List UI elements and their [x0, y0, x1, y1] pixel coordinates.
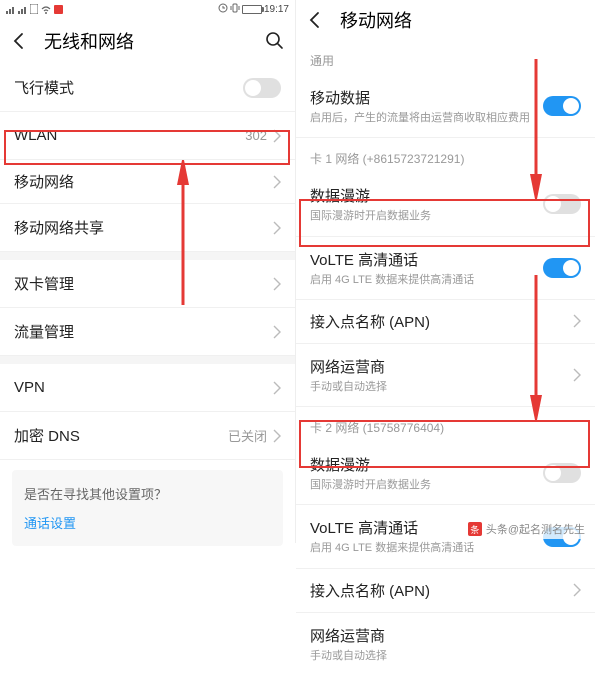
- row-traffic[interactable]: 流量管理: [0, 308, 295, 356]
- watermark: 条 头条@起名测名先生: [464, 519, 589, 539]
- chevron-right-icon: [573, 583, 581, 597]
- row-volte-1[interactable]: VoLTE 高清通话 启用 4G LTE 数据来提供高清通话: [296, 237, 595, 300]
- row-roaming-2[interactable]: 数据漫游 国际漫游时开启数据业务: [296, 442, 595, 505]
- panel-wireless-networks: 19:17 无线和网络 飞行模式 WLAN 302 移动网络 移动网络共享: [0, 0, 296, 543]
- back-icon[interactable]: [10, 31, 30, 51]
- label-mobile-data: 移动数据: [310, 87, 543, 108]
- chevron-right-icon: [273, 325, 281, 339]
- row-apn-2[interactable]: 接入点名称 (APN): [296, 569, 595, 613]
- label-traffic: 流量管理: [14, 321, 273, 342]
- info-card-link[interactable]: 通话设置: [24, 513, 271, 532]
- wifi-icon: [40, 5, 52, 14]
- header-mobile-net: 移动网络: [296, 0, 595, 40]
- label-roaming2: 数据漫游: [310, 454, 543, 475]
- toggle-airplane[interactable]: [243, 78, 281, 98]
- alarm-icon: [218, 3, 228, 16]
- chevron-right-icon: [573, 368, 581, 382]
- label-tethering: 移动网络共享: [14, 217, 273, 238]
- info-card-title: 是否在寻找其他设置项？: [24, 484, 271, 503]
- page-title-right: 移动网络: [340, 7, 585, 33]
- row-mobile-network[interactable]: 移动网络: [0, 160, 295, 204]
- status-bar: 19:17: [0, 0, 295, 18]
- label-dns: 加密 DNS: [14, 425, 228, 446]
- chevron-right-icon: [273, 129, 281, 143]
- chevron-right-icon: [273, 175, 281, 189]
- sub-carrier2: 手动或自动选择: [310, 649, 581, 663]
- row-airplane-mode[interactable]: 飞行模式: [0, 64, 295, 112]
- signal-icon-1: [6, 5, 16, 14]
- sub-carrier: 手动或自动选择: [310, 380, 573, 394]
- chevron-right-icon: [573, 314, 581, 328]
- watermark-text: 头条@起名测名先生: [486, 521, 585, 537]
- label-carrier2: 网络运营商: [310, 625, 581, 646]
- page-title-left: 无线和网络: [44, 28, 251, 54]
- row-tethering[interactable]: 移动网络共享: [0, 204, 295, 252]
- label-airplane: 飞行模式: [14, 77, 243, 98]
- label-vpn: VPN: [14, 379, 273, 396]
- label-volte: VoLTE 高清通话: [310, 249, 543, 270]
- watermark-logo-icon: 条: [468, 522, 482, 536]
- chevron-right-icon: [273, 277, 281, 291]
- back-icon[interactable]: [306, 10, 326, 30]
- sub-roaming2: 国际漫游时开启数据业务: [310, 478, 543, 492]
- row-dns[interactable]: 加密 DNS 已关闭: [0, 412, 295, 460]
- search-icon[interactable]: [265, 31, 285, 51]
- toggle-roaming-2[interactable]: [543, 463, 581, 483]
- status-time: 19:17: [264, 4, 289, 15]
- toggle-roaming-1[interactable]: [543, 194, 581, 214]
- row-dual-sim[interactable]: 双卡管理: [0, 260, 295, 308]
- section-sim2: 卡 2 网络 (15758776404): [296, 407, 595, 442]
- row-apn-1[interactable]: 接入点名称 (APN): [296, 300, 595, 344]
- section-general: 通用: [296, 40, 595, 75]
- sub-volte: 启用 4G LTE 数据来提供高清通话: [310, 273, 543, 287]
- sub-mobile-data: 启用后，产生的流量将由运营商收取相应费用: [310, 111, 543, 125]
- sub-roaming: 国际漫游时开启数据业务: [310, 209, 543, 223]
- value-wlan: 302: [245, 128, 267, 143]
- toggle-volte-1[interactable]: [543, 258, 581, 278]
- label-carrier: 网络运营商: [310, 356, 573, 377]
- row-wlan[interactable]: WLAN 302: [0, 112, 295, 160]
- battery-icon: [242, 5, 262, 14]
- value-dns: 已关闭: [228, 426, 267, 445]
- row-carrier-1[interactable]: 网络运营商 手动或自动选择: [296, 344, 595, 407]
- label-apn: 接入点名称 (APN): [310, 311, 573, 332]
- sub-volte2: 启用 4G LTE 数据来提供高清通话: [310, 541, 543, 555]
- panel-mobile-network: 移动网络 通用 移动数据 启用后，产生的流量将由运营商收取相应费用 卡 1 网络…: [296, 0, 595, 543]
- sim-icon: [30, 4, 38, 14]
- chevron-right-icon: [273, 221, 281, 235]
- label-mobile-net: 移动网络: [14, 171, 273, 192]
- signal-icon-2: [18, 5, 28, 14]
- toggle-mobile-data[interactable]: [543, 96, 581, 116]
- row-vpn[interactable]: VPN: [0, 364, 295, 412]
- row-carrier-2[interactable]: 网络运营商 手动或自动选择: [296, 613, 595, 675]
- row-mobile-data[interactable]: 移动数据 启用后，产生的流量将由运营商收取相应费用: [296, 75, 595, 138]
- chevron-right-icon: [273, 381, 281, 395]
- vibrate-icon: [230, 3, 240, 16]
- label-dual-sim: 双卡管理: [14, 273, 273, 294]
- label-roaming: 数据漫游: [310, 185, 543, 206]
- row-roaming-1[interactable]: 数据漫游 国际漫游时开启数据业务: [296, 173, 595, 236]
- label-wlan: WLAN: [14, 127, 245, 144]
- rec-icon: [54, 5, 63, 14]
- label-apn2: 接入点名称 (APN): [310, 580, 573, 601]
- header-wireless: 无线和网络: [0, 18, 295, 64]
- section-sim1: 卡 1 网络 (+8615723721291): [296, 138, 595, 173]
- info-card: 是否在寻找其他设置项？ 通话设置: [12, 470, 283, 546]
- chevron-right-icon: [273, 429, 281, 443]
